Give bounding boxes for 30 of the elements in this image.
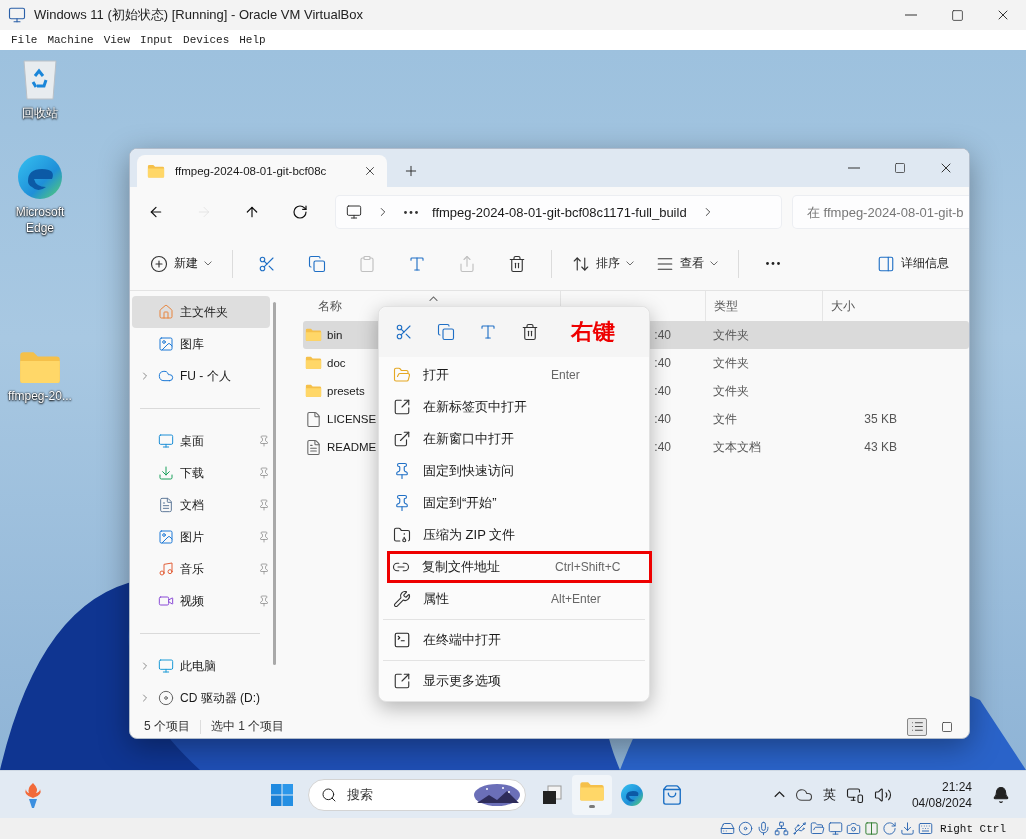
desktop-icon-label: Microsoft Edge (14, 204, 66, 236)
file-type: 文本文档 (712, 438, 762, 456)
item-count: 5 个项目 (144, 718, 190, 735)
modified-date: :40 (654, 412, 671, 426)
file-name: doc (327, 357, 346, 369)
file-type: 文件夹 (712, 326, 750, 344)
shortcut-label: Enter (551, 368, 581, 382)
file-type: 文件夹 (712, 354, 750, 372)
address-path: ffmpeg-2024-08-01-git-bcf08c1171-full_build (432, 204, 687, 220)
file-name: bin (327, 329, 343, 341)
annotation-label: 右键 (571, 318, 615, 346)
file-type: 文件夹 (712, 382, 750, 400)
modified-date: :40 (654, 328, 671, 342)
window-title: Windows 11 (初始状态) [Running] - Oracle VM VirtualBox (34, 6, 364, 24)
file-name: presets (327, 385, 365, 397)
desktop-icon-label: 回收站 (22, 105, 58, 121)
host-key-label: Right Ctrl (940, 822, 1006, 835)
file-name: LICENSE (327, 413, 377, 425)
shortcut-label: Alt+Enter (551, 592, 602, 606)
modified-date: :40 (654, 356, 671, 370)
modified-date: :40 (654, 384, 671, 398)
desktop-icon-label: ffmpeg-20... (8, 388, 72, 405)
file-size: 35 KB (863, 412, 898, 426)
tab-title: ffmpeg-2024-08-01-git-bcf08c (175, 165, 328, 177)
file-name: README (327, 441, 377, 453)
selection-count: 选中 1 个项目 (211, 718, 285, 735)
shortcut-label: Ctrl+Shift+C (555, 560, 622, 574)
modified-date: :40 (654, 440, 671, 454)
file-size: 43 KB (863, 440, 898, 454)
file-type: 文件 (712, 410, 738, 428)
